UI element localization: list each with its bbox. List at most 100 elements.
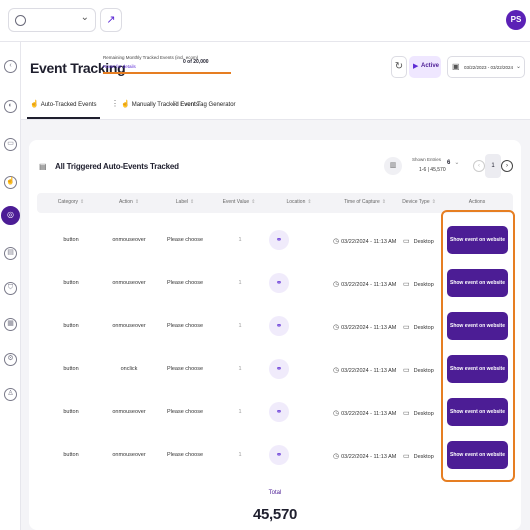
website-selector[interactable]: ⌄ [8,8,96,32]
location-link-icon[interactable]: ⚭ [269,273,289,293]
column-settings-button[interactable]: ▥ [384,157,402,175]
cell-category: button [63,366,79,372]
column-header-device[interactable]: Device Type ⇕ [402,199,436,205]
cell-time: ◷ 03/22/2024 - 11:13 AM [333,281,397,288]
event-tracking-icon[interactable]: ◎ [1,206,20,225]
cell-category: button [63,323,79,329]
desktop-icon: ▭ [403,453,410,460]
date-range-picker[interactable]: ▣ 03/22/2023 - 03/22/2024 ⌄ [447,56,525,78]
settings-icon[interactable]: ⚙ [4,353,17,366]
column-header-location[interactable]: Location ⇕ [286,199,311,205]
ecommerce-icon[interactable]: ▭ [4,138,17,151]
column-header-actions: Actions [468,199,486,205]
tab-menu-icon[interactable]: ⋮ [111,99,119,108]
table-header: Category ⇕ Action ⇕ Label ⇕ Event Value ⇕ Lo… [37,193,513,213]
refresh-button[interactable]: ↻ [391,56,407,78]
cell-action: onmouseover [112,409,146,415]
entries-range: 1-6 | 45,570 [419,167,446,173]
cell-device: ▭ Desktop [403,453,434,460]
cell-category: button [63,409,79,415]
desktop-icon: ▭ [403,324,410,331]
clock-icon: ◷ [333,410,340,417]
tabs-bar: ☝ Auto-Tracked Events ⋮ ☝ Manually Tracked… [21,90,530,120]
entries-label: Shown Entries [412,157,442,162]
table-title: All Triggered Auto-Events Tracked [55,162,179,171]
desktop-icon: ▭ [403,238,410,245]
prev-page-button[interactable]: ‹ [473,160,485,172]
chevron-down-icon: ⌄ [515,64,521,70]
cursor-icon: ☝ [30,101,39,108]
sidebar-toggle-icon[interactable]: ‹ [4,60,17,73]
cell-event-value: 1 [238,237,242,243]
sidebar: ‹ ◐ ▭ ☝ ◎ ▤ ⛉ ▦ ⚙ ♙ [0,42,21,530]
cell-device: ▭ Desktop [403,410,434,417]
cell-time: ◷ 03/22/2024 - 11:13 AM [333,453,397,460]
tag-icon: ⚐ [172,101,179,108]
cell-category: button [63,237,79,243]
quota-info: Remaining Monthly Tracked Events (incl. … [103,55,233,74]
calendar-icon: ▣ [452,62,460,71]
clicks-icon[interactable]: ☝ [4,176,17,189]
next-page-button[interactable]: › [501,160,513,172]
dashboard-icon[interactable]: ◐ [4,100,17,113]
cell-label: Please choose [166,323,204,329]
calendar-icon[interactable]: ▦ [4,318,17,331]
security-icon[interactable]: ⛉ [4,282,17,295]
cell-event-value: 1 [238,323,242,329]
cell-action: onmouseover [112,323,146,329]
play-icon: ▶ [413,63,419,70]
location-link-icon[interactable]: ⚭ [269,316,289,336]
status-label: Active [421,63,440,69]
total-value: 45,570 [252,506,298,523]
cell-label: Please choose [166,366,204,372]
column-header-action[interactable]: Action ⇕ [119,199,139,205]
quota-label: Remaining Monthly Tracked Events (incl. … [103,55,199,60]
cell-time: ◷ 03/22/2024 - 11:13 AM [333,367,397,374]
column-header-label[interactable]: Label ⇕ [176,199,194,205]
cell-device: ▭ Desktop [403,367,434,374]
cell-category: button [63,452,79,458]
column-header-event-value[interactable]: Event Value ⇕ [223,199,256,205]
hand-icon: ☝ [121,101,130,108]
column-header-time[interactable]: Time of Capture ⇕ [344,199,386,205]
location-link-icon[interactable]: ⚭ [269,230,289,250]
user-avatar[interactable]: PS [506,10,526,30]
current-page[interactable]: 1 [485,154,501,178]
cell-device: ▭ Desktop [403,324,434,331]
quota-bar [103,72,231,74]
tab-event-tag-generator[interactable]: ⚐ Event Tag Generator [172,100,236,108]
date-range-text: 03/22/2023 - 03/22/2024 [464,65,514,70]
cell-time: ◷ 03/22/2024 - 11:13 AM [333,324,397,331]
location-link-icon[interactable]: ⚭ [269,402,289,422]
page-header: Event Tracking Remaining Monthly Tracked… [21,42,530,90]
cell-action: onmouseover [112,280,146,286]
quota-details-link[interactable]: Hover for details [103,64,233,69]
cell-event-value: 1 [238,452,242,458]
cell-action: onclick [120,366,138,372]
cell-event-value: 1 [238,280,242,286]
open-website-button[interactable]: ↗ [100,8,122,32]
tab-auto-tracked[interactable]: ☝ Auto-Tracked Events [27,100,100,119]
cell-time: ◷ 03/22/2024 - 11:13 AM [333,410,397,417]
cell-device: ▭ Desktop [403,238,434,245]
clock-icon: ◷ [333,324,340,331]
cell-time: ◷ 03/22/2024 - 11:13 AM [333,238,397,245]
entries-per-page-select[interactable]: 6 ⌄ [447,159,459,166]
cell-label: Please choose [166,452,204,458]
status-toggle[interactable]: ▶ Active [409,56,441,78]
user-icon[interactable]: ♙ [4,388,17,401]
clock-icon: ◷ [333,281,340,288]
columns-icon: ▥ [389,162,397,169]
database-icon: ▤ [39,162,47,171]
column-header-category[interactable]: Category ⇕ [58,199,85,205]
chevron-down-icon: ⌄ [454,160,460,166]
desktop-icon: ▭ [403,410,410,417]
actions-highlight [441,210,515,482]
cell-label: Please choose [166,409,204,415]
events-card: ▤ All Triggered Auto-Events Tracked ▥ Sh… [29,140,521,530]
location-link-icon[interactable]: ⚭ [269,359,289,379]
pages-icon[interactable]: ▤ [4,247,17,260]
quota-value: 0 of 20,000 [183,59,209,65]
cell-action: onmouseover [112,237,146,243]
location-link-icon[interactable]: ⚭ [269,445,289,465]
